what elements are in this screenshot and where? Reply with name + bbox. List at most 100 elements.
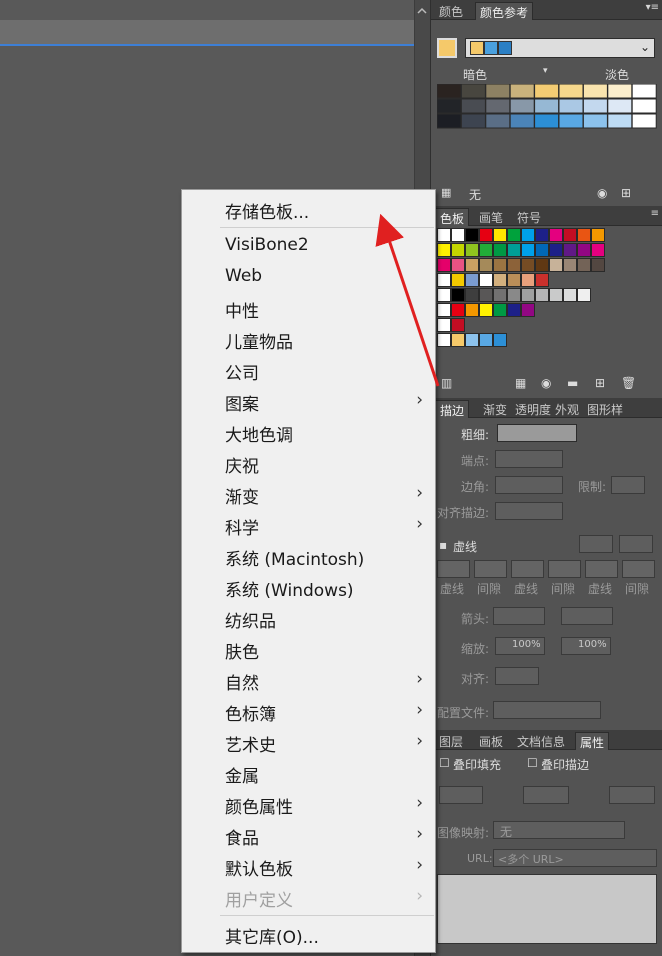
grid-icon[interactable]: ▦ (441, 186, 451, 199)
swatch-cell[interactable] (437, 318, 451, 332)
menu-item[interactable]: 系统 (Macintosh) (182, 541, 435, 572)
color-variation-cell[interactable] (460, 98, 486, 114)
swatch-cell[interactable] (437, 303, 451, 317)
swatch-cell[interactable] (493, 288, 507, 302)
swatch-cell[interactable] (521, 273, 535, 287)
dash-input[interactable] (437, 560, 470, 578)
swatch-cell[interactable] (507, 228, 521, 242)
color-variation-cell[interactable] (631, 84, 657, 99)
cap-buttons[interactable] (495, 450, 563, 468)
attr-buttons-left[interactable] (439, 786, 483, 804)
swatch-cell[interactable] (563, 228, 577, 242)
url-dropdown[interactable]: <多个 URL> (493, 849, 657, 867)
swatch-cell[interactable] (549, 228, 563, 242)
swatch-cell[interactable] (437, 228, 451, 242)
color-variation-cell[interactable] (509, 84, 535, 99)
tab-layers[interactable]: 图层 (435, 732, 467, 750)
color-variation-cell[interactable] (582, 98, 608, 114)
limit-input[interactable] (611, 476, 645, 494)
tab-color-guide[interactable]: 颜色参考 (475, 2, 534, 20)
swatch-cell[interactable] (465, 333, 479, 347)
menu-item[interactable]: 大地色调 (182, 417, 435, 448)
swatch-cell[interactable] (437, 333, 451, 347)
color-variation-cell[interactable] (582, 84, 608, 99)
swatch-cell[interactable] (591, 243, 605, 257)
swatch-cell[interactable] (563, 288, 577, 302)
color-variation-cell[interactable] (582, 113, 608, 129)
tab-attributes[interactable]: 属性 (575, 732, 610, 750)
swatch-cell[interactable] (521, 303, 535, 317)
tab-swatches[interactable]: 色板 (435, 208, 470, 226)
end-scale-input[interactable]: 100% (561, 637, 611, 655)
trash-icon[interactable]: 🗑 (621, 376, 636, 390)
menu-item[interactable]: 纺织品 (182, 603, 435, 634)
new-swatch-icon[interactable]: ⊞ (595, 376, 605, 390)
color-variation-cell[interactable] (485, 113, 511, 129)
show-kinds-icon[interactable]: ▦ (515, 376, 526, 390)
align-stroke-buttons[interactable] (495, 502, 563, 520)
menu-item[interactable]: 存储色板... (182, 194, 435, 225)
menu-item[interactable]: 肤色 (182, 634, 435, 665)
gap-input[interactable] (548, 560, 581, 578)
swatch-cell[interactable] (549, 243, 563, 257)
swatch-cell[interactable] (479, 273, 493, 287)
color-variation-cell[interactable] (607, 98, 633, 114)
color-variation-cell[interactable] (607, 113, 633, 129)
menu-item[interactable]: 图案 › (182, 386, 435, 417)
menu-item[interactable]: 公司 (182, 355, 435, 386)
swatch-cell[interactable] (535, 243, 549, 257)
menu-item[interactable]: 庆祝 (182, 448, 435, 479)
corner-buttons[interactable] (495, 476, 563, 494)
swatch-cell[interactable] (577, 228, 591, 242)
color-variation-cell[interactable] (437, 84, 462, 99)
menu-item[interactable]: 中性 (182, 293, 435, 324)
color-variation-cell[interactable] (534, 98, 560, 114)
swatch-cell[interactable] (521, 228, 535, 242)
swatch-cell[interactable] (493, 333, 507, 347)
swatch-cell[interactable] (549, 288, 563, 302)
swatch-library-icon[interactable]: ◉ (597, 186, 607, 200)
library-menu-icon[interactable]: ▥ (441, 376, 452, 390)
tab-appearance[interactable]: 外观 (551, 400, 583, 418)
tab-document-info[interactable]: 文档信息 (513, 732, 569, 750)
menu-item[interactable]: 色标簿 › (182, 696, 435, 727)
swatch-cell[interactable] (465, 228, 479, 242)
swatch-cell[interactable] (563, 258, 577, 272)
panel-menu-icon[interactable]: ≡ (651, 208, 659, 219)
swatch-cell[interactable] (535, 288, 549, 302)
panel-menu-icon[interactable]: ▾≡ (646, 2, 659, 13)
dash-input[interactable] (511, 560, 544, 578)
new-color-group-icon[interactable]: ▬ (567, 376, 578, 390)
menu-item[interactable]: 科学 › (182, 510, 435, 541)
swatch-cell[interactable] (549, 258, 563, 272)
swatch-cell[interactable] (465, 303, 479, 317)
menu-item[interactable]: 食品 › (182, 820, 435, 851)
tab-color[interactable]: 颜色 (435, 2, 467, 20)
color-variation-cell[interactable] (460, 84, 486, 99)
menu-item[interactable]: 系统 (Windows) (182, 572, 435, 603)
tab-brushes[interactable]: 画笔 (475, 208, 507, 226)
gap-input[interactable] (474, 560, 507, 578)
swatch-cell[interactable] (521, 288, 535, 302)
menu-item[interactable]: VisiBone2 (182, 231, 435, 262)
menu-item[interactable]: 默认色板 › (182, 851, 435, 882)
swatch-cell[interactable] (451, 273, 465, 287)
swatch-cell[interactable] (451, 318, 465, 332)
swatch-cell[interactable] (465, 273, 479, 287)
swatch-cell[interactable] (521, 258, 535, 272)
swatch-cell[interactable] (437, 243, 451, 257)
swatch-cell[interactable] (493, 303, 507, 317)
menu-item[interactable]: 渐变 › (182, 479, 435, 510)
color-variation-cell[interactable] (558, 84, 584, 99)
base-color-swatch[interactable] (437, 38, 457, 58)
swatch-cell[interactable] (591, 258, 605, 272)
swatch-cell[interactable] (451, 228, 465, 242)
profile-dropdown[interactable] (493, 701, 601, 719)
menu-item[interactable]: 自然 › (182, 665, 435, 696)
start-arrowhead-dropdown[interactable] (493, 607, 545, 625)
swatch-cell[interactable] (465, 243, 479, 257)
arrow-align-buttons[interactable] (495, 667, 539, 685)
attr-buttons-right[interactable] (609, 786, 655, 804)
color-variation-cell[interactable] (534, 84, 560, 99)
swatch-cell[interactable] (451, 258, 465, 272)
